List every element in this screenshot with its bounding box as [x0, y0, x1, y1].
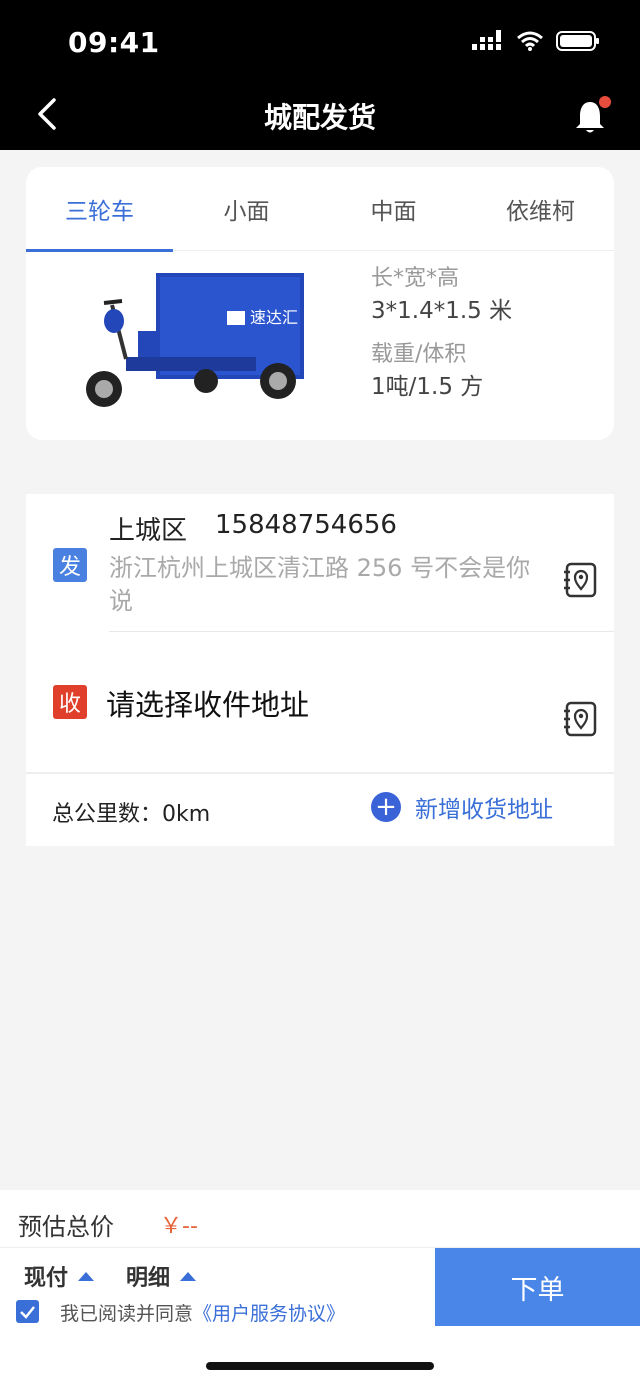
page-title: 城配发货: [263, 101, 376, 134]
bottom-bar: 预估总价 ￥-- 现付 明细 我已阅读并同意《用户服务协议》 下单: [0, 1190, 640, 1385]
vehicle-card: 三轮车 小面 中面 依维柯 速达汇 长*宽*高 3*1.4*1.5 米 载重/体…: [26, 167, 614, 440]
place-order-button[interactable]: 下单: [435, 1248, 640, 1326]
vehicle-tabs: 三轮车 小面 中面 依维柯: [26, 167, 614, 252]
agree-checkbox[interactable]: [16, 1300, 39, 1323]
sender-address[interactable]: 浙江杭州上城区清江路 256 号不会是你说: [109, 552, 549, 618]
agreement-text: 我已阅读并同意《用户服务协议》: [60, 1299, 345, 1326]
tab-iveco[interactable]: 依维柯: [467, 167, 614, 251]
address-book-icon[interactable]: [562, 561, 598, 599]
sender-district: 上城区: [109, 516, 188, 546]
address-card: 发 上城区 15848754656 浙江杭州上城区清江路 256 号不会是你说 …: [26, 494, 614, 846]
tab-mini-van[interactable]: 小面: [173, 167, 320, 251]
divider: [26, 772, 614, 774]
load-label: 载重/体积: [371, 342, 467, 367]
payment-method-toggle[interactable]: 现付: [24, 1260, 95, 1292]
battery-icon: [556, 31, 599, 51]
wifi-icon: [517, 31, 543, 51]
vehicle-specs: 长*宽*高 3*1.4*1.5 米 载重/体积 1吨/1.5 方: [371, 264, 512, 416]
tricycle-image: 速达汇: [86, 273, 304, 407]
plus-circle-icon: +: [371, 792, 401, 822]
estimate-price: ￥--: [160, 1214, 198, 1239]
select-receiver-address[interactable]: 请选择收件地址: [106, 682, 309, 724]
address-book-icon[interactable]: [562, 700, 598, 738]
add-address-button[interactable]: + 新增收货地址: [371, 790, 553, 824]
checkmark-icon: [20, 1306, 35, 1319]
add-address-label: 新增收货地址: [415, 797, 553, 823]
status-time: 09:41: [68, 26, 160, 59]
user-agreement-link[interactable]: 《用户服务协议》: [193, 1303, 345, 1325]
vehicle-brand-logo: 速达汇: [250, 308, 298, 327]
size-value: 3*1.4*1.5 米: [371, 298, 513, 324]
estimate-label: 预估总价: [18, 1213, 114, 1241]
agree-label: 我已阅读并同意: [60, 1303, 194, 1325]
price-detail-label: 明细: [126, 1266, 171, 1291]
status-bar: 09:41: [0, 0, 640, 80]
home-indicator: [206, 1362, 434, 1370]
divider: [109, 631, 614, 632]
signal-icon: [472, 30, 501, 50]
payment-method-label: 现付: [24, 1266, 69, 1291]
tab-mid-van[interactable]: 中面: [320, 167, 467, 251]
load-value: 1吨/1.5 方: [371, 374, 484, 400]
status-icons: [472, 30, 600, 52]
price-detail-toggle[interactable]: 明细: [126, 1260, 197, 1292]
caret-up-icon: [78, 1271, 95, 1281]
sender-phone: 15848754656: [215, 510, 397, 540]
caret-up-icon: [180, 1271, 197, 1281]
receiver-badge: 收: [53, 685, 87, 719]
total-km: 总公里数：0km: [52, 802, 211, 827]
notification-bell-icon[interactable]: [570, 94, 614, 138]
nav-bar: 城配发货: [0, 80, 640, 150]
tab-tricycle[interactable]: 三轮车: [26, 167, 173, 252]
sender-contact[interactable]: 上城区 15848754656: [109, 510, 397, 547]
sender-badge: 发: [53, 548, 87, 582]
size-label: 长*宽*高: [371, 266, 460, 291]
